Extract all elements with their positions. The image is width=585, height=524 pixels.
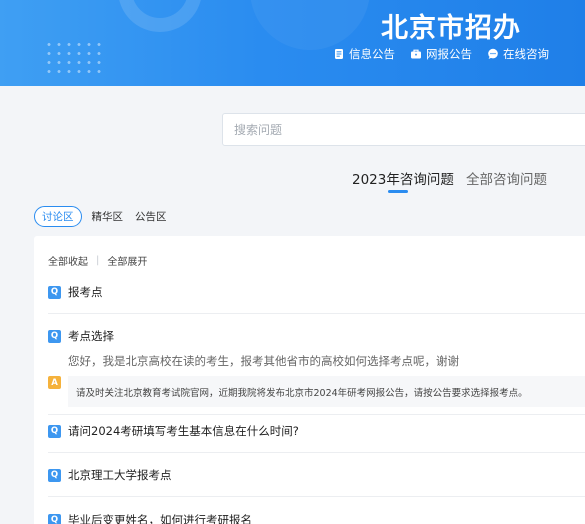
question-badge-icon: Q [48, 424, 61, 438]
question-badge-icon: Q [48, 285, 61, 299]
divider [48, 414, 585, 415]
qa-item[interactable]: Q 报考点 [48, 284, 585, 300]
qa-item[interactable]: Q 请问2024考研填写考生基本信息在什么时间? [48, 423, 585, 439]
separator: | [96, 255, 100, 266]
nav-info-notice[interactable]: 信息公告 [333, 46, 395, 62]
site-title: 北京市招办 [381, 13, 521, 44]
qa-item[interactable]: Q 北京理工大学报考点 [48, 467, 585, 483]
decorative-dot-grid [44, 40, 104, 76]
collapse-all-button[interactable]: 全部收起 [48, 253, 88, 268]
divider [48, 452, 585, 453]
tab-all-questions[interactable]: 全部咨询问题 [466, 168, 547, 188]
category-discussion[interactable]: 讨论区 [34, 206, 82, 227]
category-filter: 讨论区 精华区 公告区 [34, 206, 179, 227]
question-title[interactable]: 毕业后变更姓名，如何进行考研报名 [68, 512, 252, 524]
answer-badge-icon: A [48, 376, 61, 389]
category-featured[interactable]: 精华区 [92, 209, 124, 224]
question-title[interactable]: 报考点 [68, 284, 103, 300]
briefcase-icon [410, 48, 422, 60]
chat-bubble-icon [487, 48, 499, 60]
nav-label: 在线咨询 [503, 47, 549, 61]
question-title[interactable]: 考点选择 [68, 328, 114, 344]
qa-item[interactable]: Q 毕业后变更姓名，如何进行考研报名 [48, 512, 585, 524]
answer-box: 请及时关注北京教育考试院官网，近期我院将发布北京市2024年研考网报公告，请按公… [68, 376, 585, 407]
answer-text: 请及时关注北京教育考试院官网，近期我院将发布北京市2024年研考网报公告，请按公… [76, 387, 528, 399]
category-announcements[interactable]: 公告区 [135, 209, 167, 224]
qa-panel: 全部收起 | 全部展开 Q 报考点 Q 考点选择 您好，我是北京高校在读的考生，… [34, 236, 585, 524]
document-icon [333, 48, 345, 60]
decorative-circle [250, 0, 370, 50]
question-title[interactable]: 请问2024考研填写考生基本信息在什么时间? [68, 423, 299, 439]
header-nav: 信息公告 网报公告 在线咨询 [333, 46, 549, 62]
question-badge-icon: Q [48, 329, 61, 343]
qa-item-expanded[interactable]: Q 考点选择 [48, 328, 585, 344]
nav-label: 网报公告 [426, 47, 472, 61]
question-detail: 您好，我是北京高校在读的考生，报考其他省市的高校如何选择考点呢，谢谢 [68, 354, 459, 368]
decorative-ring [118, 0, 202, 32]
expand-collapse-controls: 全部收起 | 全部展开 [48, 253, 147, 268]
divider [48, 496, 585, 497]
header-banner: 北京市招办 信息公告 网报公告 在线咨询 [0, 0, 585, 86]
nav-online-registration-notice[interactable]: 网报公告 [410, 46, 472, 62]
question-badge-icon: Q [48, 468, 61, 482]
search-input[interactable] [222, 113, 585, 146]
divider [48, 313, 585, 314]
tab-2023-questions[interactable]: 2023年咨询问题 [352, 168, 454, 188]
expand-all-button[interactable]: 全部展开 [107, 253, 147, 268]
question-badge-icon: Q [48, 513, 61, 524]
question-title[interactable]: 北京理工大学报考点 [68, 467, 172, 483]
nav-label: 信息公告 [349, 47, 395, 61]
nav-online-consultation[interactable]: 在线咨询 [487, 46, 549, 62]
active-tab-indicator [388, 190, 408, 193]
